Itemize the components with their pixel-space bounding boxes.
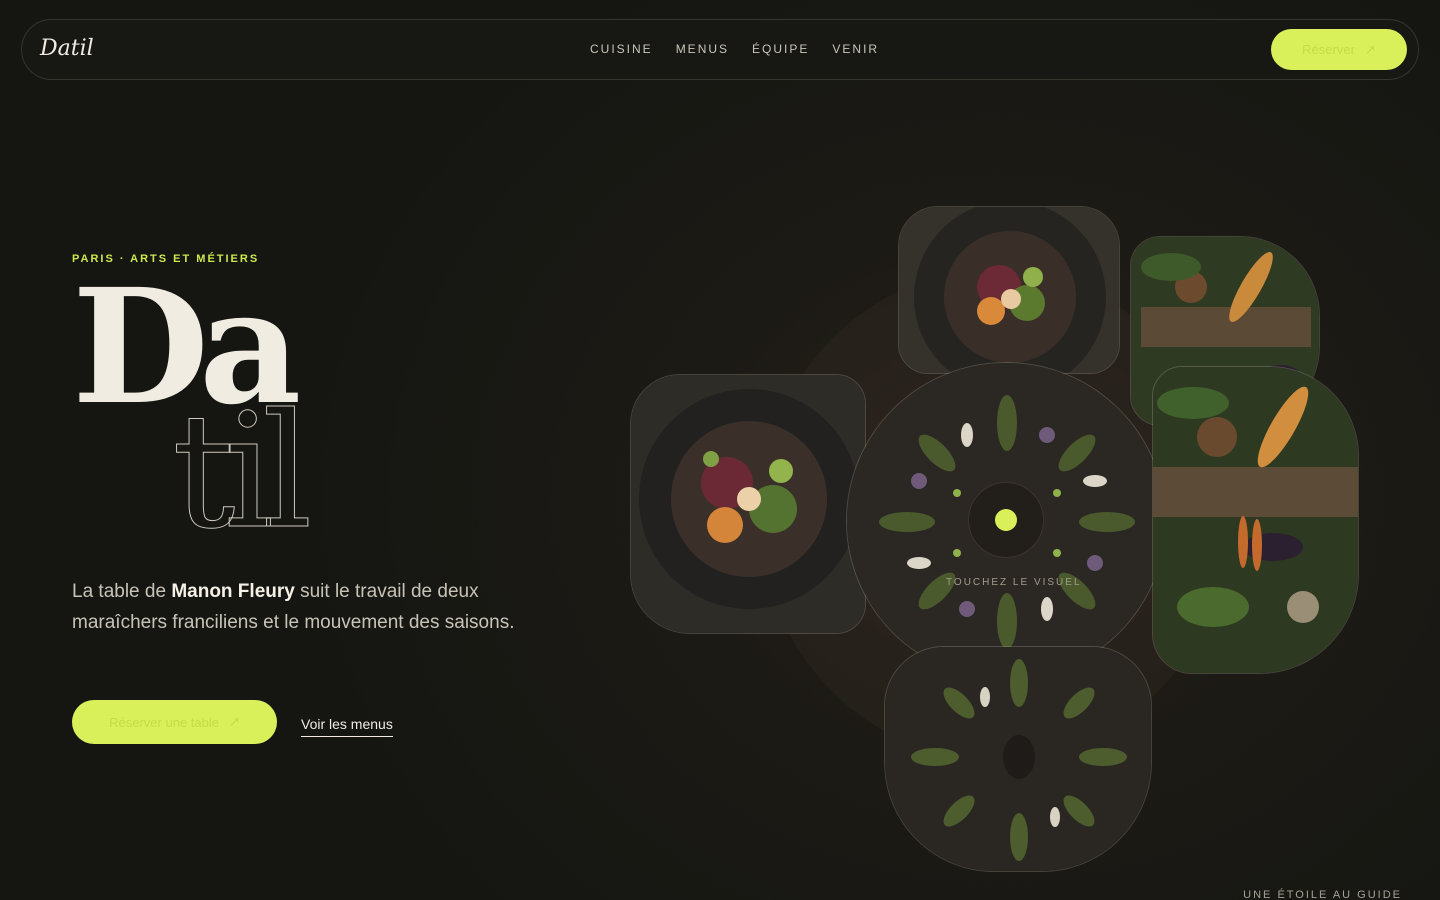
collage-hint: TOUCHEZ LE VISUEL	[946, 577, 1082, 588]
top-navigation: Datil CUISINE MENUS ÉQUIPE VENIR Réserve…	[21, 19, 1419, 80]
collage-center-dot[interactable]	[995, 509, 1017, 531]
chef-name: Manon Fleury	[171, 581, 295, 602]
plated-dish-closeup-image[interactable]	[630, 374, 866, 634]
plated-dish-image[interactable]	[898, 206, 1120, 374]
nav-link-cuisine[interactable]: CUISINE	[590, 42, 653, 56]
ingredient-mandala-detail-image[interactable]	[884, 646, 1152, 872]
reserve-button-label: Réserver	[1302, 42, 1355, 57]
nav-link-venir[interactable]: VENIR	[832, 42, 879, 56]
michelin-footnote: UNE ÉTOILE AU GUIDE	[1243, 889, 1402, 900]
nav-link-equipe[interactable]: ÉQUIPE	[752, 42, 809, 56]
nav-links: CUISINE MENUS ÉQUIPE VENIR	[590, 42, 879, 56]
reserve-table-label: Réserver une table	[109, 714, 219, 730]
reserve-table-button[interactable]: Réserver une table ↗	[72, 700, 277, 744]
arrow-icon: ↗	[1364, 41, 1376, 57]
intro-prefix: La table de	[72, 581, 172, 602]
reserve-button[interactable]: Réserver ↗	[1271, 29, 1407, 70]
hero-title-outline: til	[172, 380, 314, 564]
hero-intro: La table de Manon Fleury suit le travail…	[72, 576, 542, 638]
nav-link-menus[interactable]: MENUS	[676, 42, 729, 56]
vegetables-harvest-image[interactable]	[1152, 366, 1359, 674]
view-menus-link[interactable]: Voir les menus	[301, 716, 393, 737]
arrow-icon: ↗	[228, 714, 240, 729]
logo[interactable]: Datil	[40, 36, 94, 61]
